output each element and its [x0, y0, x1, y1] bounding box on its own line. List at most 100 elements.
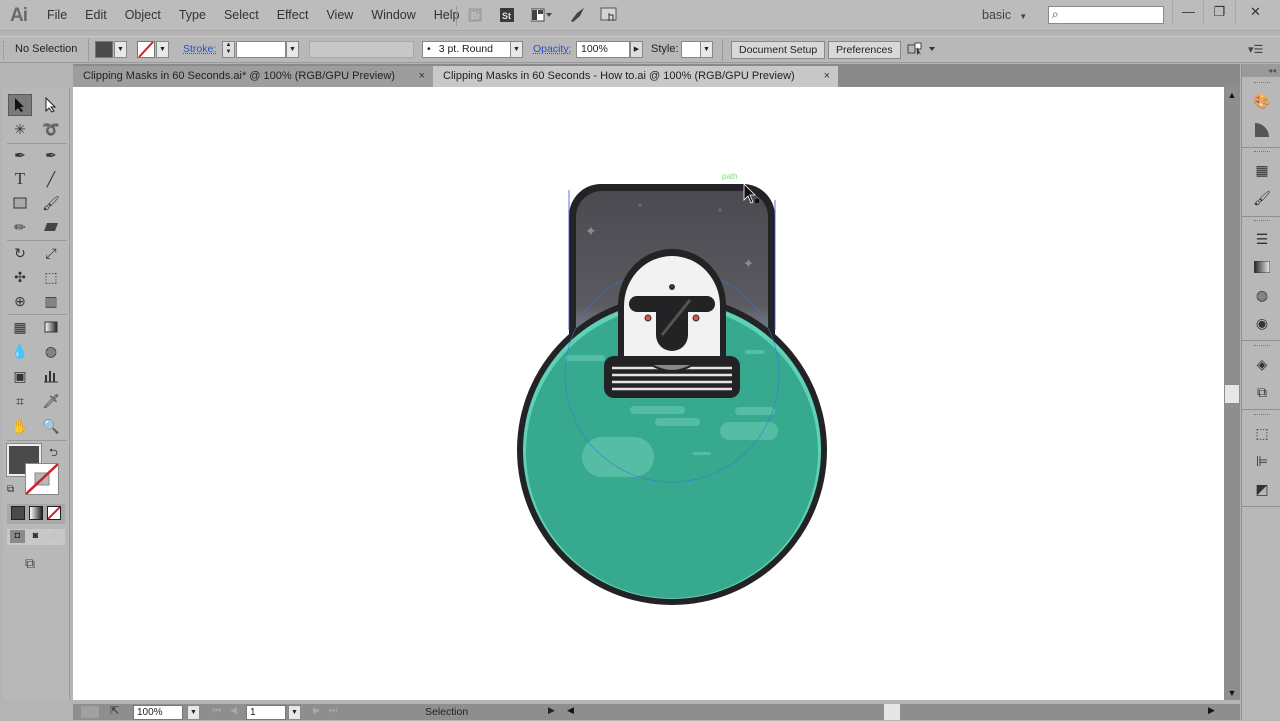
bridge-icon[interactable]: Br — [466, 6, 484, 24]
first-artboard-icon[interactable]: ⏮ — [213, 705, 221, 716]
menu-view[interactable]: View — [317, 0, 362, 31]
paintbrush-tool-icon[interactable]: 🖌 — [39, 192, 63, 214]
type-tool-icon[interactable]: T — [8, 168, 32, 190]
align-panel-icon[interactable]: ⊫ — [1252, 451, 1272, 471]
pen-tool-icon[interactable]: ✒ — [8, 144, 32, 166]
share-icon[interactable]: ⇱ — [110, 704, 119, 717]
eyedropper-tool-icon[interactable]: 💧 — [8, 340, 32, 362]
magic-wand-tool-icon[interactable]: ✳ — [8, 118, 32, 140]
curvature-tool-icon[interactable]: ✒ — [39, 144, 63, 166]
layers-panel-icon[interactable]: ◈ — [1252, 354, 1272, 374]
line-segment-tool-icon[interactable]: ╱ — [39, 168, 63, 190]
column-graph-tool-icon[interactable] — [39, 365, 63, 387]
zoom-tool-icon[interactable]: 🔍 — [39, 415, 63, 437]
menu-help[interactable]: Help — [425, 0, 469, 31]
horizontal-scrollbar-thumb[interactable] — [884, 704, 900, 720]
touch-workspace-icon[interactable] — [600, 6, 618, 24]
stroke-dropdown[interactable]: ▼ — [156, 41, 169, 58]
menu-object[interactable]: Object — [116, 0, 170, 31]
stroke-weight-dropdown[interactable]: ▼ — [286, 41, 299, 58]
color-panel-icon[interactable]: 🎨 — [1252, 91, 1272, 111]
rotate-tool-icon[interactable]: ↻ — [8, 242, 32, 264]
menu-select[interactable]: Select — [215, 0, 268, 31]
puppet-warp-tool-icon[interactable]: ✣ — [8, 266, 32, 288]
stroke-panel-link[interactable]: Stroke: — [183, 37, 216, 62]
gradient-panel-icon[interactable] — [1252, 257, 1272, 277]
pathfinder-panel-icon[interactable]: ◩ — [1252, 479, 1272, 499]
stroke-label[interactable]: Stroke: — [183, 43, 216, 55]
control-panel-menu-icon[interactable]: ▾☰ — [1248, 43, 1263, 56]
stroke-color-swatch[interactable] — [25, 463, 59, 495]
slice-tool-icon[interactable]: 🗡 — [39, 390, 63, 412]
artboard-canvas[interactable]: ✦ ✦ path — [73, 87, 1224, 700]
draw-inside-icon[interactable]: ◌ — [46, 530, 61, 543]
panel-grip[interactable] — [3, 41, 7, 59]
tab-clipping-masks[interactable]: Clipping Masks in 60 Seconds.ai* @ 100% … — [73, 66, 433, 87]
arrange-documents-icon[interactable] — [530, 6, 554, 24]
close-tab-icon[interactable]: × — [419, 66, 425, 87]
gradient-button[interactable] — [29, 506, 43, 520]
eraser-tool-icon[interactable] — [39, 216, 63, 238]
hand-tool-icon[interactable]: ✋ — [8, 415, 32, 437]
color-button[interactable] — [11, 506, 25, 520]
fill-swatch[interactable] — [95, 41, 113, 58]
previous-artboard-icon[interactable]: ◀ — [230, 705, 237, 716]
gradient-tool-icon[interactable] — [39, 316, 63, 338]
color-guide-panel-icon[interactable] — [1252, 120, 1272, 140]
panel-group-grip[interactable] — [1254, 82, 1270, 85]
draw-behind-icon[interactable]: ◙ — [28, 530, 43, 543]
panel-group-grip[interactable] — [1254, 345, 1270, 348]
graphic-style-swatch[interactable] — [681, 41, 701, 58]
lasso-tool-icon[interactable]: ➰ — [39, 118, 63, 140]
collapse-panels-icon[interactable]: ◂◂ — [1242, 64, 1280, 77]
brush-definition[interactable]: • 3 pt. Round — [422, 41, 512, 58]
search-help-input[interactable]: ⌕ — [1048, 6, 1164, 24]
blend-tool-icon[interactable]: ◍ — [39, 340, 63, 362]
minimize-button[interactable]: — — [1172, 0, 1204, 24]
restore-button[interactable]: ❐ — [1203, 0, 1235, 24]
vertical-scrollbar[interactable]: ▲ ▼ — [1224, 87, 1240, 700]
artboard-tool-icon[interactable]: ⌗ — [8, 390, 32, 412]
panel-group-grip[interactable] — [1254, 151, 1270, 154]
appearance-panel-icon[interactable]: ◉ — [1252, 313, 1272, 333]
opacity-panel-link[interactable]: Opacity: — [533, 37, 572, 62]
stroke-weight-field[interactable] — [236, 41, 286, 58]
scroll-left-icon[interactable]: ◀ — [567, 705, 574, 716]
gpu-performance-icon[interactable] — [568, 6, 586, 24]
stroke-swatch[interactable] — [137, 41, 155, 58]
preferences-button[interactable]: Preferences — [828, 41, 901, 59]
zoom-level-field[interactable]: 100% — [133, 705, 183, 720]
menu-effect[interactable]: Effect — [268, 0, 318, 31]
stock-icon[interactable]: St — [498, 6, 516, 24]
menu-edit[interactable]: Edit — [76, 0, 116, 31]
next-artboard-icon[interactable]: ▶ — [313, 705, 320, 716]
swatches-panel-icon[interactable]: ▦ — [1252, 160, 1272, 180]
swap-fill-stroke-icon[interactable]: ⮌ — [49, 444, 58, 463]
artboard-dropdown[interactable]: ▼ — [288, 705, 301, 720]
opacity-slider-toggle[interactable]: ▶ — [630, 41, 643, 58]
workspace-switcher[interactable]: basic ▼ — [982, 0, 1027, 32]
document-setup-button[interactable]: Document Setup — [731, 41, 826, 59]
status-menu-icon[interactable]: ▶ — [548, 705, 555, 716]
screen-mode-icon[interactable]: ⧉ — [25, 555, 35, 572]
free-transform-tool-icon[interactable]: ⬚ — [39, 266, 63, 288]
scrollbar-thumb[interactable] — [1225, 385, 1239, 403]
brushes-panel-icon[interactable]: 🖌 — [1252, 188, 1272, 208]
last-artboard-icon[interactable]: ⏭ — [329, 705, 337, 716]
menu-type[interactable]: Type — [170, 0, 215, 31]
scale-tool-icon[interactable]: ⤢ — [39, 242, 63, 264]
mesh-tool-icon[interactable]: ▦ — [8, 316, 32, 338]
zoom-dropdown[interactable]: ▼ — [187, 705, 200, 720]
scroll-down-icon[interactable]: ▼ — [1224, 686, 1240, 700]
opacity-label[interactable]: Opacity: — [533, 43, 572, 55]
brush-dropdown[interactable]: ▼ — [510, 41, 523, 58]
symbol-sprayer-tool-icon[interactable]: ▣ — [8, 365, 32, 387]
artboards-panel-icon[interactable]: ⧉ — [1252, 382, 1272, 402]
none-button[interactable] — [47, 506, 61, 520]
scroll-up-icon[interactable]: ▲ — [1224, 88, 1240, 102]
panel-group-grip[interactable] — [1254, 414, 1270, 417]
direct-selection-tool-icon[interactable] — [39, 94, 63, 116]
opacity-field[interactable]: 100% — [576, 41, 630, 58]
artboard-number-field[interactable]: 1 — [246, 705, 286, 720]
selection-tool-icon[interactable] — [8, 94, 32, 116]
